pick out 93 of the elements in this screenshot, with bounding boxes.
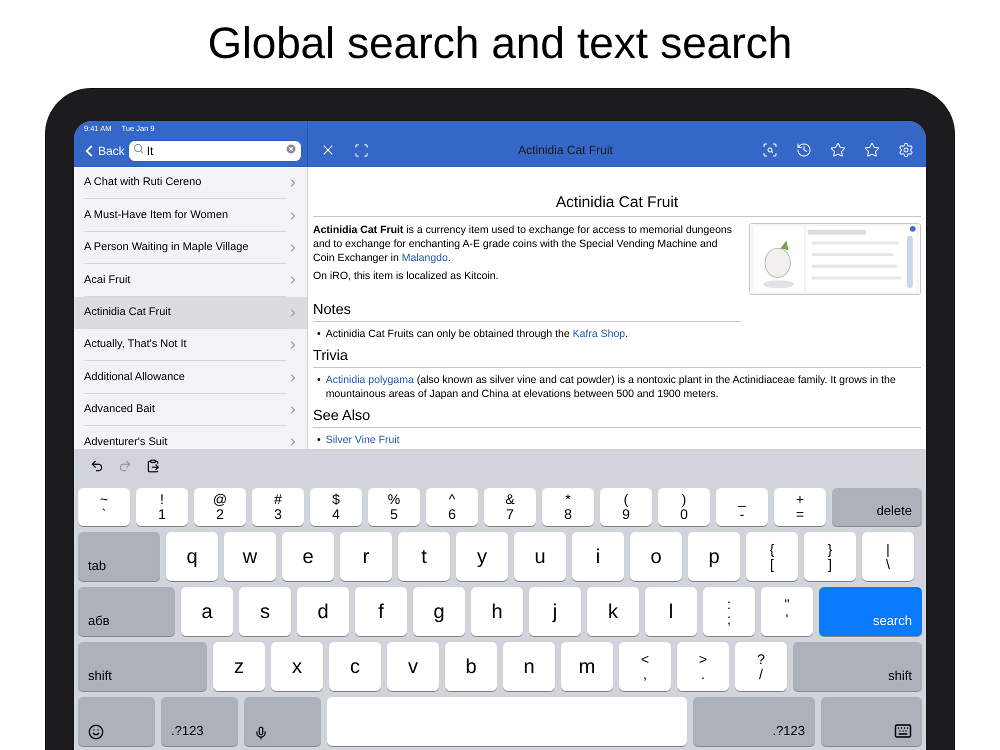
article-paragraph: Actinidia Cat Fruit is a currency item used to exchange for access to memorial dungeons and to exchange for enchanting A-E grade coins with the Special Vending Machine and Coin Exchanger in Malangdo. (313, 223, 734, 265)
key[interactable] (821, 697, 922, 746)
key[interactable]: } ] (804, 532, 856, 581)
key[interactable]: > . (677, 642, 729, 691)
key[interactable]: b (445, 642, 497, 691)
key[interactable]: абв (78, 587, 175, 636)
key[interactable]: e (282, 532, 334, 581)
wiki-link[interactable]: Malangdo (402, 252, 448, 264)
wiki-link[interactable]: Silver Vine Fruit (326, 434, 400, 446)
key[interactable]: o (630, 532, 682, 581)
star-icon[interactable] (830, 142, 846, 158)
key[interactable]: z (213, 642, 265, 691)
key[interactable]: v (387, 642, 439, 691)
search-field[interactable]: It (128, 140, 301, 160)
list-item[interactable]: Actually, That's Not It (74, 328, 307, 362)
fullscreen-icon[interactable] (354, 142, 369, 158)
list-item[interactable]: A Chat with Ruti Cereno (74, 167, 307, 200)
headline: Global search and text search (208, 22, 792, 66)
star-icon[interactable] (864, 142, 880, 158)
section-heading: Notes (313, 301, 352, 319)
bullet-item: • Actinidia polygama (also known as silver vine and cat powder) is a nontoxic plant in the Actinidiaceae family. It grows in the mountainous areas of Japan and China at elevations between 500 and 1900 meters. (316, 373, 897, 401)
key[interactable]: j (529, 587, 581, 636)
list-item[interactable]: A Must-Have Item for Women (74, 199, 307, 232)
key[interactable]: ? / (735, 642, 787, 691)
key[interactable]: : ; (703, 587, 755, 636)
key[interactable]: c (329, 642, 381, 691)
key[interactable]: q (166, 532, 218, 581)
bullet-item: • Silver Vine Fruit (316, 433, 401, 447)
key[interactable]: ~ ` (78, 488, 130, 526)
key[interactable]: shift (78, 642, 207, 691)
settings-icon[interactable] (898, 142, 914, 158)
key[interactable]: i (572, 532, 624, 581)
key[interactable]: " ' (761, 587, 813, 636)
section-heading: Trivia (313, 347, 349, 365)
key[interactable]: .?123 (693, 697, 815, 746)
key[interactable]: ) 0 (658, 488, 710, 526)
key[interactable]: # 3 (252, 488, 304, 526)
key[interactable]: .?123 (161, 697, 238, 746)
key[interactable]: a (181, 587, 233, 636)
key[interactable]: search (819, 587, 922, 636)
key[interactable]: y (456, 532, 508, 581)
section-heading: See Also (313, 407, 372, 425)
key[interactable]: m (561, 642, 613, 691)
key[interactable]: w (224, 532, 276, 581)
key[interactable]: f (355, 587, 407, 636)
key[interactable]: @ 2 (194, 488, 246, 526)
key[interactable]: delete (832, 488, 922, 526)
wiki-link[interactable]: Kafra Shop (572, 328, 626, 340)
key[interactable]: u (514, 532, 566, 581)
key[interactable]: + = (774, 488, 826, 526)
keyboard-icon (894, 722, 912, 740)
key[interactable]: k (587, 587, 639, 636)
undo-icon[interactable] (90, 458, 104, 472)
list-item[interactable]: Advanced Bait (74, 394, 307, 426)
key[interactable]: r (340, 532, 392, 581)
key[interactable]: $ 4 (310, 488, 362, 526)
paste-icon[interactable] (146, 458, 160, 472)
key[interactable]: | \ (862, 532, 914, 581)
key[interactable]: ^ 6 (426, 488, 478, 526)
key[interactable]: * 8 (542, 488, 594, 526)
key[interactable]: ( 9 (600, 488, 652, 526)
key[interactable]: g (413, 587, 465, 636)
key[interactable]: ! 1 (136, 488, 188, 526)
key[interactable]: & 7 (484, 488, 536, 526)
key[interactable]: _ - (716, 488, 768, 526)
key[interactable]: % 5 (368, 488, 420, 526)
key[interactable]: p (688, 532, 740, 581)
key[interactable]: h (471, 587, 523, 636)
key[interactable]: x (271, 642, 323, 691)
key[interactable]: { [ (746, 532, 798, 581)
back-button[interactable]: Back (80, 142, 125, 160)
key[interactable]: < , (619, 642, 671, 691)
list-item[interactable]: Adventurer's Suit (74, 426, 307, 449)
list-item[interactable]: Additional Allowance (74, 361, 307, 394)
key[interactable]: l (645, 587, 697, 636)
article-title: Actinidia Cat Fruit (554, 193, 680, 213)
key[interactable]: tab (78, 532, 160, 581)
key[interactable]: t (398, 532, 450, 581)
page-title: Actinidia Cat Fruit (518, 143, 613, 157)
key[interactable]: shift (793, 642, 922, 691)
list-item[interactable]: A Person Waiting in Maple Village (74, 232, 307, 264)
search-icon (132, 143, 144, 154)
key[interactable]: n (503, 642, 555, 691)
search-icon[interactable] (762, 142, 778, 158)
emoji-icon (88, 724, 104, 740)
bullet-item: • Actinidia Cat Fruits can only be obtained through the Kafra Shop. (316, 327, 630, 341)
history-icon[interactable] (796, 142, 812, 158)
key[interactable]: s (239, 587, 291, 636)
wiki-link[interactable]: Actinidia polygama (326, 374, 414, 386)
article-paragraph: On iRO, this item is localized as Kitcoin. (313, 269, 500, 283)
microphone-icon (254, 726, 268, 740)
key[interactable]: d (297, 587, 349, 636)
list-item[interactable]: Actinidia Cat Fruit (74, 296, 307, 329)
